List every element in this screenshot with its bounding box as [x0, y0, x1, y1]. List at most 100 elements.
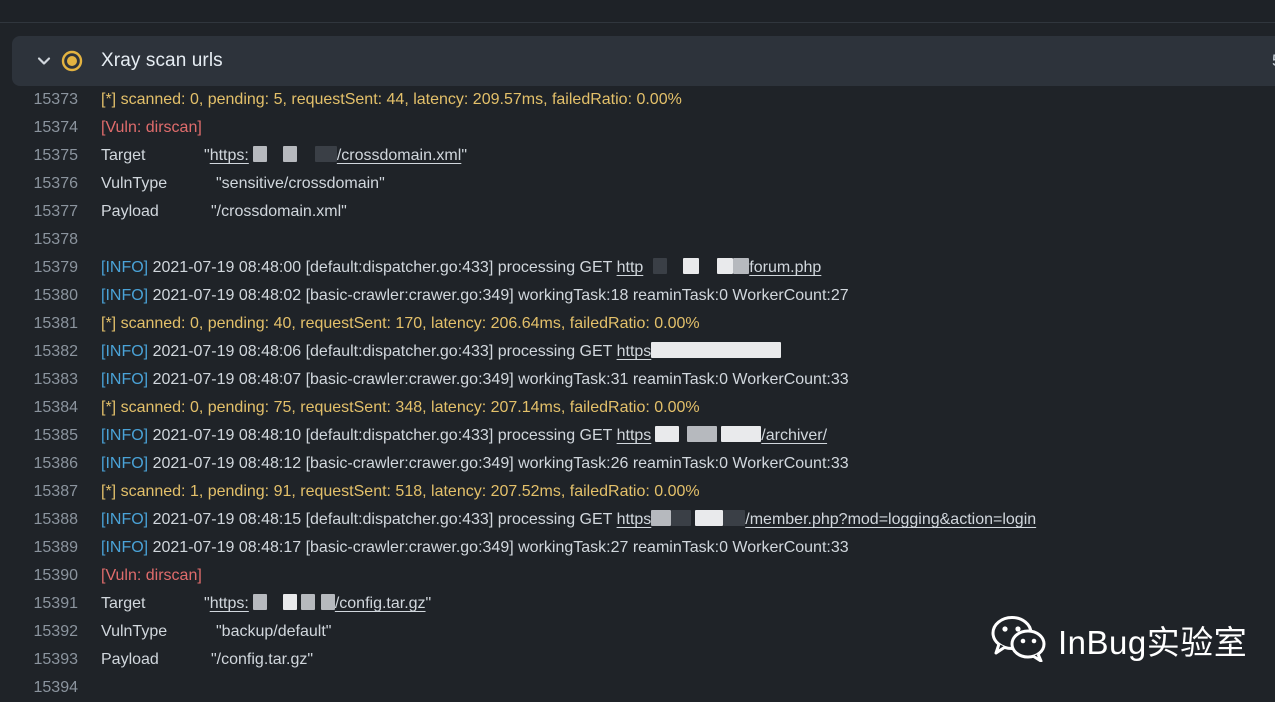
line-number[interactable]: 15380 [0, 282, 79, 310]
url-scheme: https [616, 343, 652, 360]
url-scheme: https: [209, 147, 249, 164]
line-number[interactable]: 15373 [0, 86, 79, 114]
log-message: 2021-07-19 08:48:15 [default:dispatcher.… [152, 511, 613, 528]
scan-stats: [*] scanned: 1, pending: 91, requestSent… [101, 483, 700, 500]
line-number[interactable]: 15376 [0, 170, 79, 198]
info-line: [INFO] 2021-07-19 08:48:02 [basic-crawle… [101, 282, 849, 310]
wechat-icon [990, 614, 1048, 667]
url-scheme: https [616, 427, 652, 444]
log-line: 15382 [INFO] 2021-07-19 08:48:06 [defaul… [0, 338, 1275, 366]
line-number[interactable]: 15390 [0, 562, 79, 590]
line-number[interactable]: 15388 [0, 506, 79, 534]
line-number[interactable]: 15383 [0, 366, 79, 394]
log-line: 15379 [INFO] 2021-07-19 08:48:00 [defaul… [0, 254, 1275, 282]
line-number[interactable]: 15385 [0, 422, 79, 450]
vuln-field: Target "https:/crossdomain.xml" [101, 142, 467, 170]
field-key: Payload [101, 651, 159, 668]
line-number[interactable]: 15382 [0, 338, 79, 366]
info-line: [INFO] 2021-07-19 08:48:00 [default:disp… [101, 254, 821, 282]
redacted-block [695, 510, 724, 526]
redacted-block [683, 258, 700, 274]
log-line: 15390 [Vuln: dirscan] [0, 562, 1275, 590]
in-progress-icon [61, 50, 83, 72]
redacted-block [717, 258, 734, 274]
request-url-link[interactable]: https/member.php?mod=logging&action=logi… [617, 510, 1037, 528]
redacted-block [671, 510, 692, 526]
scan-stats: [*] scanned: 0, pending: 75, requestSent… [101, 399, 700, 416]
field-quote: " [461, 147, 467, 164]
url-path: forum.php [749, 259, 822, 276]
line-number[interactable]: 15375 [0, 142, 79, 170]
step-header[interactable]: Xray scan urls 5 [12, 36, 1275, 86]
vuln-field: Target "https:/config.tar.gz" [101, 590, 431, 618]
log-message: 2021-07-19 08:48:02 [basic-crawler:crawe… [152, 287, 849, 304]
log-line: 15384 [*] scanned: 0, pending: 75, reque… [0, 394, 1275, 422]
line-number[interactable]: 15391 [0, 590, 79, 618]
field-value: "sensitive/crossdomain" [216, 175, 385, 192]
line-number[interactable]: 15381 [0, 310, 79, 338]
redacted-block [687, 426, 718, 442]
redacted-block [733, 258, 750, 274]
url-path: /member.php?mod=logging&action=login [745, 511, 1037, 528]
line-number[interactable]: 15389 [0, 534, 79, 562]
info-tag: [INFO] [101, 343, 149, 360]
request-url-link[interactable]: https [616, 342, 782, 360]
watermark-text: InBug实验室 [1058, 624, 1248, 661]
line-number[interactable]: 15392 [0, 618, 79, 646]
redacted-block [320, 594, 335, 610]
log-line: 15381 [*] scanned: 0, pending: 40, reque… [0, 310, 1275, 338]
vuln-field: Payload "/crossdomain.xml" [101, 198, 347, 226]
log-line: 15389 [INFO] 2021-07-19 08:48:17 [basic-… [0, 534, 1275, 562]
line-number[interactable]: 15394 [0, 674, 79, 702]
field-key: Payload [101, 203, 159, 220]
redacted-block [300, 594, 315, 610]
chevron-down-icon[interactable] [34, 51, 54, 71]
redacted-block [721, 426, 762, 442]
field-key: Target [101, 147, 146, 164]
redacted-block [314, 146, 337, 162]
vuln-header: [Vuln: dirscan] [101, 567, 202, 584]
line-number[interactable]: 15374 [0, 114, 79, 142]
url-scheme: https: [209, 595, 249, 612]
field-quote: " [425, 595, 432, 612]
log-line: 15376 VulnType "sensitive/crossdomain" [0, 170, 1275, 198]
url-scheme: http [616, 259, 644, 276]
redacted-block [653, 258, 668, 274]
log-message: 2021-07-19 08:48:07 [basic-crawler:crawe… [152, 371, 849, 388]
field-value: "/config.tar.gz" [211, 651, 314, 668]
info-tag: [INFO] [101, 287, 149, 304]
line-number[interactable]: 15377 [0, 198, 79, 226]
watermark: InBug实验室 [990, 612, 1247, 668]
line-number[interactable]: 15379 [0, 254, 79, 282]
vuln-field: VulnType "sensitive/crossdomain" [101, 170, 385, 198]
info-line: [INFO] 2021-07-19 08:48:06 [default:disp… [101, 338, 782, 366]
log-line: 15394 [0, 674, 1275, 702]
line-number[interactable]: 15384 [0, 394, 79, 422]
line-number[interactable]: 15378 [0, 226, 79, 254]
target-url-link[interactable]: https: /crossdomain.xml [209, 146, 461, 164]
log-line: 15377 Payload "/crossdomain.xml" [0, 198, 1275, 226]
target-url-link[interactable]: https: /config.tar.gz [209, 594, 426, 612]
log-output: 15373 [*] scanned: 0, pending: 5, reques… [0, 86, 1275, 702]
log-message: 2021-07-19 08:48:10 [default:dispatcher.… [152, 427, 613, 444]
field-value: "backup/default" [216, 623, 332, 640]
request-url-link[interactable]: https/archiver/ [616, 426, 827, 444]
info-tag: [INFO] [101, 511, 149, 528]
redacted-block [651, 510, 672, 526]
log-message: 2021-07-19 08:48:00 [default:dispatcher.… [152, 259, 613, 276]
log-line: 15378 [0, 226, 1275, 254]
vuln-header: [Vuln: dirscan] [101, 119, 202, 136]
info-line: [INFO] 2021-07-19 08:48:07 [basic-crawle… [101, 366, 849, 394]
scan-stats: [*] scanned: 0, pending: 5, requestSent:… [101, 91, 682, 108]
line-number[interactable]: 15386 [0, 450, 79, 478]
line-number[interactable]: 15393 [0, 646, 79, 674]
info-line: [INFO] 2021-07-19 08:48:15 [default:disp… [101, 506, 1036, 534]
redacted-block [282, 146, 297, 162]
info-line: [INFO] 2021-07-19 08:48:17 [basic-crawle… [101, 534, 849, 562]
info-line: [INFO] 2021-07-19 08:48:12 [basic-crawle… [101, 450, 849, 478]
line-number[interactable]: 15387 [0, 478, 79, 506]
redacted-block [655, 426, 680, 442]
request-url-link[interactable]: http forum.php [616, 258, 822, 276]
top-toolbar [0, 0, 1275, 23]
log-line: 15387 [*] scanned: 1, pending: 91, reque… [0, 478, 1275, 506]
